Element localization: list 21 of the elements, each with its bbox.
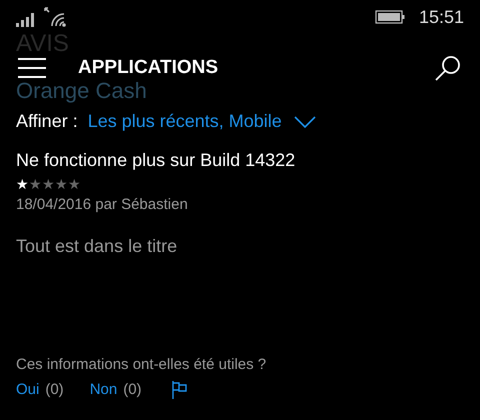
signal-icon bbox=[16, 13, 36, 27]
search-button[interactable] bbox=[434, 54, 462, 82]
filter-dropdown[interactable]: Les plus récents, Mobile bbox=[88, 108, 316, 135]
chevron-icon bbox=[294, 116, 316, 128]
filter-label: Affiner : bbox=[16, 110, 78, 133]
vote-count: (0) bbox=[123, 380, 142, 400]
page-title: APPLICATIONS bbox=[78, 56, 218, 80]
wifi-icon bbox=[44, 7, 68, 27]
clock-time: 15:51 bbox=[418, 6, 464, 28]
battery-icon bbox=[374, 10, 405, 24]
helpful-question: Ces informations ont-elles été utiles ? bbox=[16, 355, 266, 375]
vote-count: (0) bbox=[45, 380, 64, 400]
menu-button[interactable] bbox=[18, 58, 46, 78]
review-title: Ne fonctionne plus sur Build 14322 bbox=[16, 149, 296, 172]
vote-link[interactable]: Non bbox=[90, 378, 118, 401]
review-body: Tout est dans le titre bbox=[16, 234, 178, 258]
report-button[interactable] bbox=[172, 380, 188, 399]
app-title: Orange Cash bbox=[16, 77, 147, 105]
review-meta: 18/04/2016 par Sébastien bbox=[16, 195, 189, 215]
vote-link[interactable]: Oui bbox=[16, 378, 40, 401]
star-rating: ★★★★★ bbox=[16, 176, 82, 192]
